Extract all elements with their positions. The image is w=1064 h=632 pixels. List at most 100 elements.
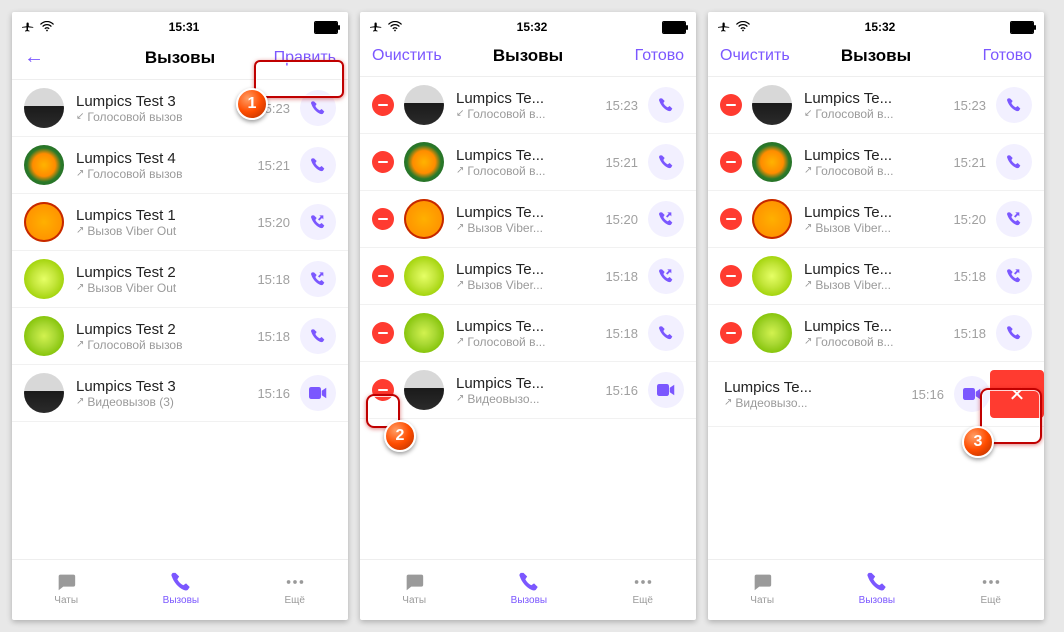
call-log-row[interactable]: Lumpics Test 2↗Вызов Viber Out15:18 <box>12 251 348 308</box>
call-log-row[interactable]: Lumpics Te...↗Видеовызо...15:16✕ <box>708 362 1044 427</box>
delete-minus-button[interactable] <box>372 265 394 287</box>
call-action-button[interactable] <box>648 315 684 351</box>
call-log-row[interactable]: Lumpics Te...↗Вызов Viber...15:20 <box>360 191 696 248</box>
contact-avatar <box>24 202 64 242</box>
status-time: 15:31 <box>169 20 200 34</box>
call-action-button[interactable] <box>996 258 1032 294</box>
delete-minus-button[interactable] <box>372 322 394 344</box>
call-action-button[interactable] <box>300 375 336 411</box>
chat-icon <box>403 571 425 593</box>
contact-name: Lumpics Test 1 <box>76 207 249 224</box>
call-log-row[interactable]: Lumpics Te...↗Вызов Viber...15:18 <box>360 248 696 305</box>
direction-icon: ↗ <box>76 282 84 293</box>
delete-minus-button[interactable] <box>720 265 742 287</box>
call-subtitle: ↗Голосовой в... <box>456 335 597 349</box>
call-subtitle: ↗Голосовой в... <box>804 164 945 178</box>
page-title: Вызовы <box>145 48 215 68</box>
call-action-button[interactable] <box>996 144 1032 180</box>
status-bar: 15:31 <box>12 12 348 38</box>
call-log-row[interactable]: Lumpics Te...↗Голосовой в...15:18 <box>360 305 696 362</box>
contact-avatar <box>752 256 792 296</box>
call-subtitle: ↗Вызов Viber Out <box>76 281 249 295</box>
call-action-button[interactable] <box>300 261 336 297</box>
back-button[interactable]: ← <box>24 46 104 69</box>
delete-minus-button[interactable] <box>720 208 742 230</box>
call-action-button[interactable] <box>996 315 1032 351</box>
call-action-button[interactable] <box>954 376 990 412</box>
call-action-button[interactable] <box>648 144 684 180</box>
tab-chats[interactable]: Чаты <box>54 571 78 606</box>
call-log-row[interactable]: Lumpics Test 3↗Видеовызов (3)15:16 <box>12 365 348 422</box>
direction-icon: ↙ <box>76 111 84 122</box>
call-action-button[interactable] <box>648 258 684 294</box>
call-action-button[interactable] <box>648 87 684 123</box>
tab-more[interactable]: Ещё <box>632 571 654 606</box>
delete-minus-button[interactable] <box>720 322 742 344</box>
tab-calls[interactable]: Вызовы <box>163 571 199 606</box>
call-log-row[interactable]: Lumpics Te...↙Голосовой в...15:23 <box>360 77 696 134</box>
call-log-row[interactable]: Lumpics Test 2↗Голосовой вызов15:18 <box>12 308 348 365</box>
call-log-list-editing[interactable]: Lumpics Te...↙Голосовой в...15:23Lumpics… <box>708 77 1044 559</box>
delete-minus-button[interactable] <box>720 94 742 116</box>
call-time: 15:16 <box>257 386 290 401</box>
call-log-list[interactable]: Lumpics Test 3↙Голосовой вызов15:23Lumpi… <box>12 80 348 559</box>
tab-label: Вызовы <box>511 595 547 606</box>
call-subtitle: ↗Видеовызо... <box>724 396 903 410</box>
nav-bar: Очистить Вызовы Готово <box>708 38 1044 77</box>
direction-icon: ↗ <box>804 165 812 176</box>
delete-minus-button[interactable] <box>372 94 394 116</box>
tab-more[interactable]: Ещё <box>284 571 306 606</box>
battery-icon <box>1010 21 1034 34</box>
call-action-button[interactable] <box>648 201 684 237</box>
contact-name: Lumpics Test 4 <box>76 150 249 167</box>
call-log-list-editing[interactable]: Lumpics Te... ↙Голосовой в... 15:23 Lumpics… <box>360 77 696 559</box>
call-log-row[interactable]: Lumpics Te...↗Голосовой в...15:18 <box>708 305 1044 362</box>
call-action-button[interactable] <box>300 147 336 183</box>
delete-confirm-button[interactable]: ✕ <box>990 370 1044 418</box>
call-time: 15:21 <box>257 158 290 173</box>
call-time: 15:23 <box>605 98 638 113</box>
call-log-row[interactable]: Lumpics Te...↗Голосовой в...15:21 <box>360 134 696 191</box>
delete-minus-button[interactable] <box>372 379 394 401</box>
call-action-button[interactable] <box>648 372 684 408</box>
call-action-button[interactable] <box>996 87 1032 123</box>
wifi-icon <box>388 21 402 33</box>
call-action-button[interactable] <box>300 204 336 240</box>
tab-bar: Чаты Вызовы Ещё <box>708 559 1044 620</box>
call-log-row[interactable]: Lumpics Test 3↙Голосовой вызов15:23 <box>12 80 348 137</box>
call-subtitle: ↗Вызов Viber... <box>804 221 945 235</box>
contact-avatar <box>24 145 64 185</box>
delete-minus-button[interactable] <box>372 151 394 173</box>
status-time: 15:32 <box>865 20 896 34</box>
call-log-row[interactable]: Lumpics Test 4↗Голосовой вызов15:21 <box>12 137 348 194</box>
tab-label: Вызовы <box>859 595 895 606</box>
battery-icon <box>314 21 338 34</box>
tab-label: Чаты <box>54 595 78 606</box>
clear-button[interactable]: Очистить <box>720 47 800 65</box>
call-log-row[interactable]: Lumpics Te...↗Голосовой в...15:21 <box>708 134 1044 191</box>
call-log-row[interactable]: Lumpics Te...↗Вызов Viber...15:20 <box>708 191 1044 248</box>
tab-chats[interactable]: Чаты <box>402 571 426 606</box>
call-log-row[interactable]: Lumpics Te...↙Голосовой в...15:23 <box>708 77 1044 134</box>
tab-more[interactable]: Ещё <box>980 571 1002 606</box>
tab-chats[interactable]: Чаты <box>750 571 774 606</box>
contact-name: Lumpics Te... <box>456 147 597 164</box>
call-action-button[interactable] <box>300 318 336 354</box>
clear-button[interactable]: Очистить <box>372 47 452 65</box>
tab-label: Ещё <box>284 595 304 606</box>
call-action-button[interactable] <box>996 201 1032 237</box>
tab-calls[interactable]: Вызовы <box>859 571 895 606</box>
call-log-row[interactable]: Lumpics Te...↗Вызов Viber...15:18 <box>708 248 1044 305</box>
call-log-row[interactable]: Lumpics Te...↗Видеовызо...15:16 <box>360 362 696 419</box>
delete-minus-button[interactable] <box>372 208 394 230</box>
done-button[interactable]: Готово <box>952 47 1032 65</box>
delete-minus-button[interactable] <box>720 151 742 173</box>
call-subtitle: ↙Голосовой в... <box>456 107 597 121</box>
done-button[interactable]: Готово <box>604 47 684 65</box>
wifi-icon <box>736 21 750 33</box>
battery-icon <box>662 21 686 34</box>
call-action-button[interactable] <box>300 90 336 126</box>
call-log-row[interactable]: Lumpics Test 1↗Вызов Viber Out15:20 <box>12 194 348 251</box>
edit-button[interactable]: Править <box>256 49 336 67</box>
tab-calls[interactable]: Вызовы <box>511 571 547 606</box>
